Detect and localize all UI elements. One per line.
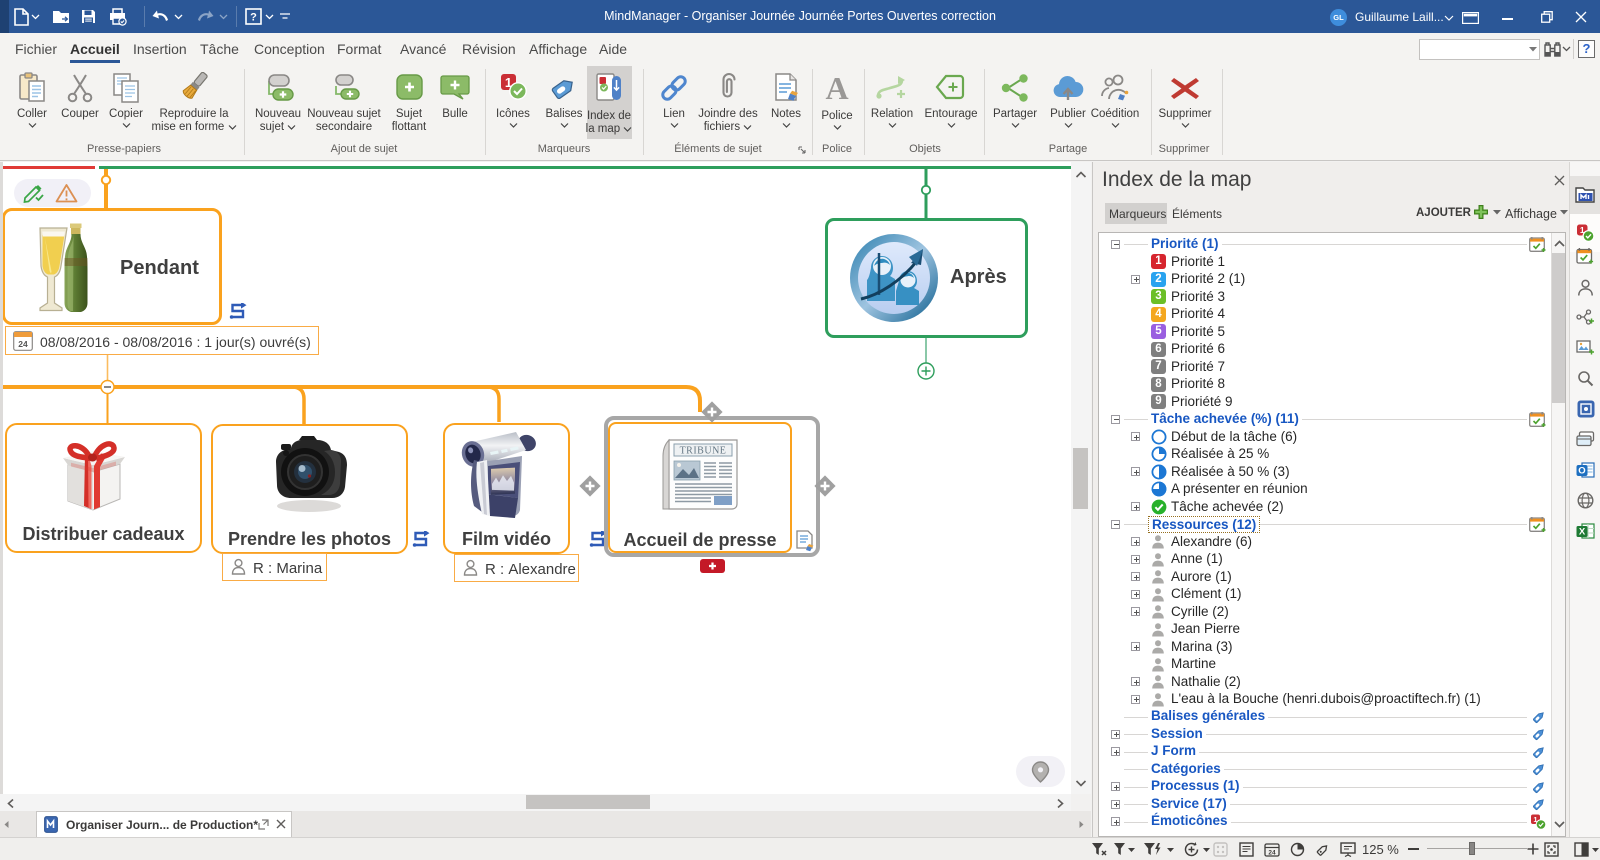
svg-text:X: X: [1579, 527, 1586, 538]
svg-text:TRIBUNE: TRIBUNE: [680, 446, 727, 457]
svg-text:24: 24: [1268, 850, 1276, 857]
svg-text:24: 24: [18, 339, 28, 349]
svg-text:O: O: [1578, 466, 1585, 477]
